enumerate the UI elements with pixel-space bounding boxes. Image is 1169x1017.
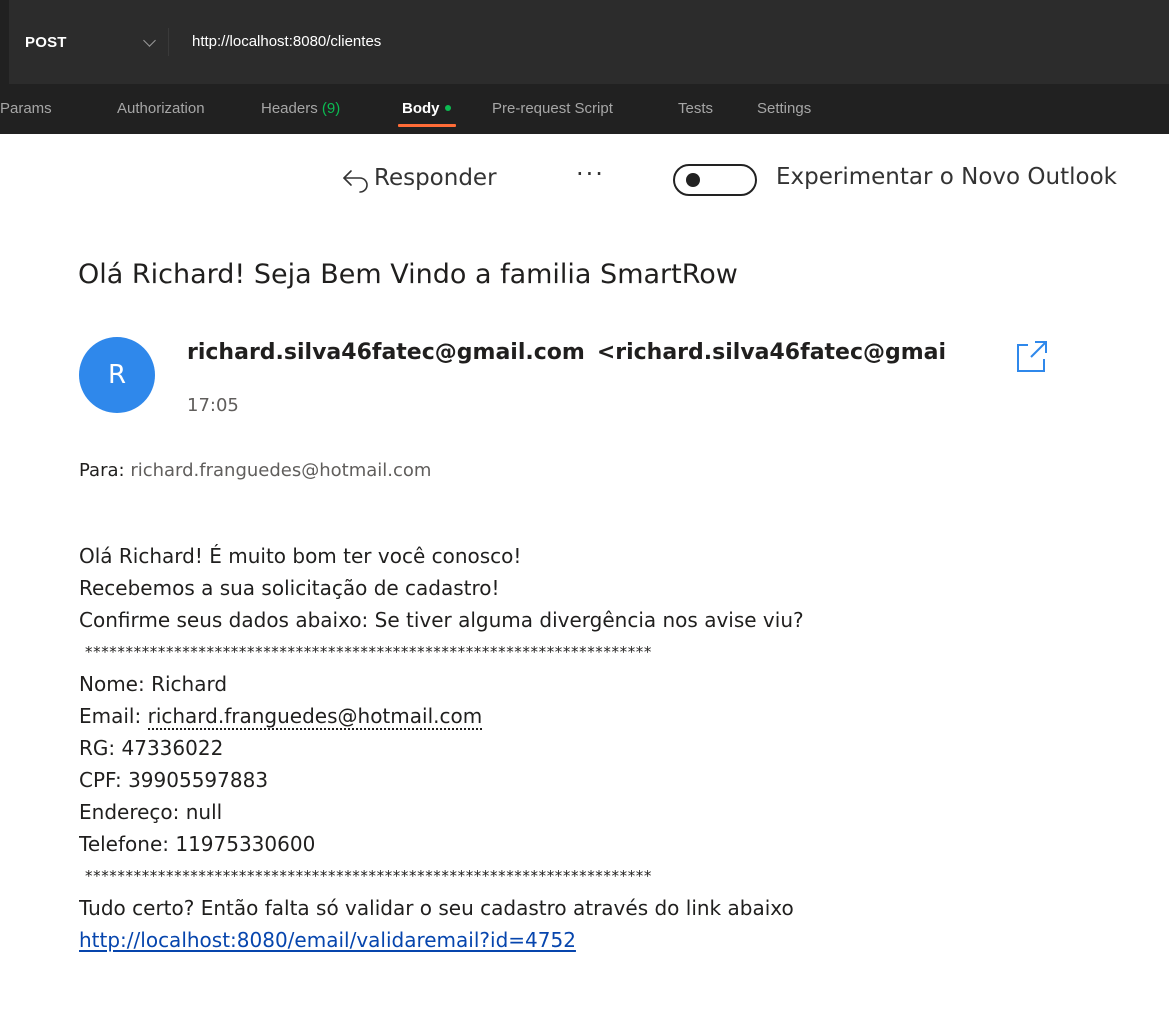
body-closing: Tudo certo? Então falta só validar o seu…: [79, 896, 794, 920]
new-outlook-toggle[interactable]: [673, 164, 757, 196]
body-email: Email: richard.franguedes@hotmail.com: [79, 700, 1159, 732]
recipients-line: Para: richard.franguedes@hotmail.com: [79, 460, 431, 481]
body-telefone: Telefone: 11975330600: [79, 832, 316, 856]
more-actions-button[interactable]: ···: [576, 158, 605, 198]
email-subject: Olá Richard! Seja Bem Vindo a familia Sm…: [78, 259, 738, 290]
sender-avatar[interactable]: R: [79, 337, 155, 413]
method-selector[interactable]: POST: [19, 28, 169, 56]
tab-authorization[interactable]: Authorization: [117, 95, 205, 123]
tab-pre-request-script[interactable]: Pre-request Script: [492, 95, 613, 123]
separator-bottom: ****************************************…: [85, 867, 652, 885]
sender-name[interactable]: richard.silva46fatec@gmail.com: [187, 340, 585, 365]
separator-top: ****************************************…: [85, 643, 652, 661]
new-outlook-toggle-label: Experimentar o Novo Outlook: [776, 164, 1117, 190]
url-input[interactable]: http://localhost:8080/clientes: [192, 28, 381, 56]
tab-params[interactable]: Params: [0, 95, 52, 123]
reply-arrow-icon: [343, 170, 368, 193]
body-cpf: CPF: 39905597883: [79, 768, 269, 792]
toggle-knob: [686, 173, 700, 187]
to-label: Para:: [79, 460, 125, 481]
reply-button[interactable]: Responder: [340, 162, 497, 194]
reading-pane-toolbar: Responder ··· Experimentar o Novo Outloo…: [0, 158, 1169, 202]
headers-count-badge: (9): [321, 100, 341, 117]
tab-headers[interactable]: Headers (9): [261, 95, 340, 123]
tab-body-label: Body: [402, 100, 440, 117]
to-address[interactable]: richard.franguedes@hotmail.com: [130, 460, 431, 481]
tab-settings[interactable]: Settings: [757, 95, 811, 123]
email-body: Olá Richard! É muito bom ter você conosc…: [79, 540, 1159, 956]
body-rg: RG: 47336022: [79, 736, 224, 760]
request-bar: POST http://localhost:8080/clientes: [9, 0, 1169, 84]
body-received: Recebemos a sua solicitação de cadastro!: [79, 576, 500, 600]
tab-headers-label: Headers: [261, 100, 318, 117]
avatar-initial: R: [107, 360, 127, 390]
body-confirm: Confirme seus dados abaixo: Se tiver alg…: [79, 608, 804, 632]
active-tab-underline: [398, 124, 456, 127]
body-greeting: Olá Richard! É muito bom ter você conosc…: [79, 544, 522, 568]
open-in-new-window-icon[interactable]: [1014, 339, 1048, 373]
tab-tests[interactable]: Tests: [678, 95, 713, 123]
body-email-value[interactable]: richard.franguedes@hotmail.com: [147, 704, 483, 730]
body-indicator-dot-icon: [444, 104, 451, 111]
postman-header: POST http://localhost:8080/clientes Para…: [0, 0, 1169, 134]
method-label: POST: [25, 33, 67, 51]
body-email-label: Email:: [79, 704, 148, 728]
sender-line: richard.silva46fatec@gmail.com <richard.s…: [187, 340, 946, 365]
chevron-down-icon: [143, 33, 156, 47]
request-tabs: Params Authorization Headers (9) Body Pr…: [0, 84, 1169, 134]
sent-time: 17:05: [187, 395, 239, 416]
sender-address: <richard.silva46fatec@gmai: [596, 340, 947, 365]
tab-body[interactable]: Body: [402, 95, 451, 123]
reply-label: Responder: [374, 165, 497, 191]
body-endereco: Endereço: null: [79, 800, 223, 824]
validation-link[interactable]: http://localhost:8080/email/validaremail…: [79, 928, 576, 952]
body-link-line: http://localhost:8080/email/validaremail…: [79, 924, 1159, 956]
body-nome: Nome: Richard: [79, 672, 228, 696]
